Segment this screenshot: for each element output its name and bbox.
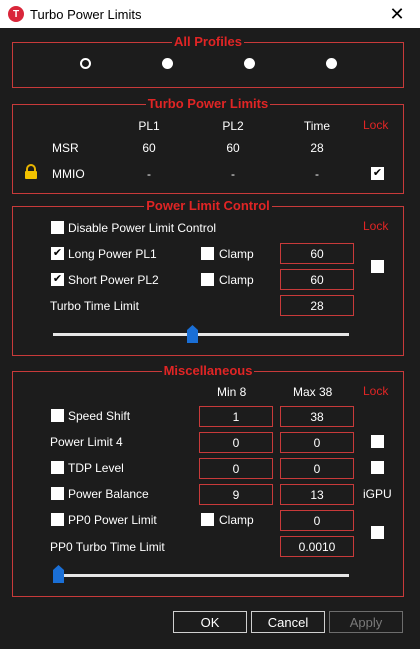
tdp-level-checkbox[interactable] <box>51 461 64 474</box>
msr-pl1-value: 60 <box>142 141 156 155</box>
short-clamp-label: Clamp <box>219 273 254 287</box>
msr-label: MSR <box>52 141 79 155</box>
tdp-level-min-input[interactable]: 0 <box>199 458 273 479</box>
power-limit-control-group: Power Limit Control Lock Disable Power L… <box>12 198 404 356</box>
power-balance-checkbox[interactable] <box>51 487 64 500</box>
disable-plc-label: Disable Power Limit Control <box>68 221 217 235</box>
short-power-checkbox[interactable]: ✔ <box>51 273 64 286</box>
speed-shift-checkbox[interactable] <box>51 409 64 422</box>
col-pl1-header: PL1 <box>138 119 160 133</box>
pp0-power-limit-input[interactable]: 0 <box>280 510 354 531</box>
short-power-label: Short Power PL2 <box>68 273 159 287</box>
long-clamp-checkbox[interactable] <box>201 247 214 260</box>
profile-radio-4[interactable] <box>326 58 337 69</box>
turbo-power-limits-group: Turbo Power Limits PL1 PL2 Time Lock MSR… <box>12 96 404 194</box>
igpu-label: iGPU <box>363 487 392 501</box>
tdp-level-label: TDP Level <box>68 461 124 475</box>
title-bar: T Turbo Power Limits ✕ <box>0 0 420 28</box>
col-time-header: Time <box>303 119 331 133</box>
power-limit-4-max-input[interactable]: 0 <box>280 432 354 453</box>
apply-button[interactable]: Apply <box>329 611 403 633</box>
turbo-time-slider-thumb[interactable] <box>186 325 198 343</box>
msr-time-value: 28 <box>310 141 324 155</box>
speed-shift-max-input[interactable]: 38 <box>280 406 354 427</box>
speed-shift-min-input[interactable]: 1 <box>199 406 273 427</box>
mmio-lock-checkbox[interactable]: ✔ <box>371 167 384 180</box>
miscellaneous-group: Miscellaneous Min 8 Max 38 Lock Speed Sh… <box>12 363 404 597</box>
turbo-time-slider-track[interactable] <box>53 333 349 336</box>
long-power-checkbox[interactable]: ✔ <box>51 247 64 260</box>
col-pl2-header: PL2 <box>222 119 244 133</box>
power-balance-cpu-input[interactable]: 9 <box>199 484 273 505</box>
min-header: Min 8 <box>217 385 247 399</box>
ok-button[interactable]: OK <box>173 611 247 633</box>
profile-radio-1[interactable] <box>80 58 91 69</box>
power-balance-gpu-input[interactable]: 13 <box>280 484 354 505</box>
power-limit-4-lock-checkbox[interactable] <box>371 435 384 448</box>
pp0-power-limit-checkbox[interactable] <box>51 513 64 526</box>
plc-lock-label: Lock <box>363 219 389 233</box>
pp0-turbo-time-input[interactable]: 0.0010 <box>280 536 354 557</box>
mmio-pl1-value: - <box>147 167 151 181</box>
pp0-clamp-checkbox[interactable] <box>201 513 214 526</box>
power-balance-label: Power Balance <box>68 487 149 501</box>
short-power-input[interactable]: 60 <box>280 269 354 290</box>
turbo-time-input[interactable]: 28 <box>280 295 354 316</box>
app-icon: T <box>8 6 24 22</box>
mmio-time-value: - <box>315 167 319 181</box>
mmio-label: MMIO <box>52 167 85 181</box>
msr-pl2-value: 60 <box>226 141 240 155</box>
pp0-clamp-label: Clamp <box>219 513 254 527</box>
pp0-time-slider-track[interactable] <box>53 574 349 577</box>
pp0-turbo-time-label: PP0 Turbo Time Limit <box>50 540 165 554</box>
power-limit-4-label: Power Limit 4 <box>50 435 123 449</box>
turbo-time-label: Turbo Time Limit <box>50 299 139 313</box>
misc-title: Miscellaneous <box>161 363 255 378</box>
tpl-lock-label: Lock <box>363 118 389 132</box>
all-profiles-title: All Profiles <box>172 34 244 49</box>
profile-radio-2[interactable] <box>162 58 173 69</box>
padlock-icon <box>23 164 39 180</box>
cancel-button[interactable]: Cancel <box>251 611 325 633</box>
disable-plc-checkbox[interactable] <box>51 221 64 234</box>
short-clamp-checkbox[interactable] <box>201 273 214 286</box>
pp0-time-slider-thumb[interactable] <box>53 565 64 583</box>
long-power-label: Long Power PL1 <box>68 247 157 261</box>
pp0-lock-checkbox[interactable] <box>371 526 384 539</box>
close-icon[interactable]: ✕ <box>374 0 420 28</box>
all-profiles-group: All Profiles <box>12 34 404 88</box>
plc-title: Power Limit Control <box>144 198 272 213</box>
window-title: Turbo Power Limits <box>30 6 142 22</box>
tpl-title: Turbo Power Limits <box>145 96 271 111</box>
misc-lock-label: Lock <box>363 384 389 398</box>
pp0-power-limit-label: PP0 Power Limit <box>68 513 157 527</box>
long-clamp-label: Clamp <box>219 247 254 261</box>
long-power-input[interactable]: 60 <box>280 243 354 264</box>
power-limit-4-min-input[interactable]: 0 <box>199 432 273 453</box>
plc-lock-checkbox[interactable] <box>371 260 384 273</box>
tdp-level-lock-checkbox[interactable] <box>371 461 384 474</box>
mmio-pl2-value: - <box>231 167 235 181</box>
tdp-level-max-input[interactable]: 0 <box>280 458 354 479</box>
max-header: Max 38 <box>293 385 333 399</box>
profile-radio-3[interactable] <box>244 58 255 69</box>
speed-shift-label: Speed Shift <box>68 409 131 423</box>
